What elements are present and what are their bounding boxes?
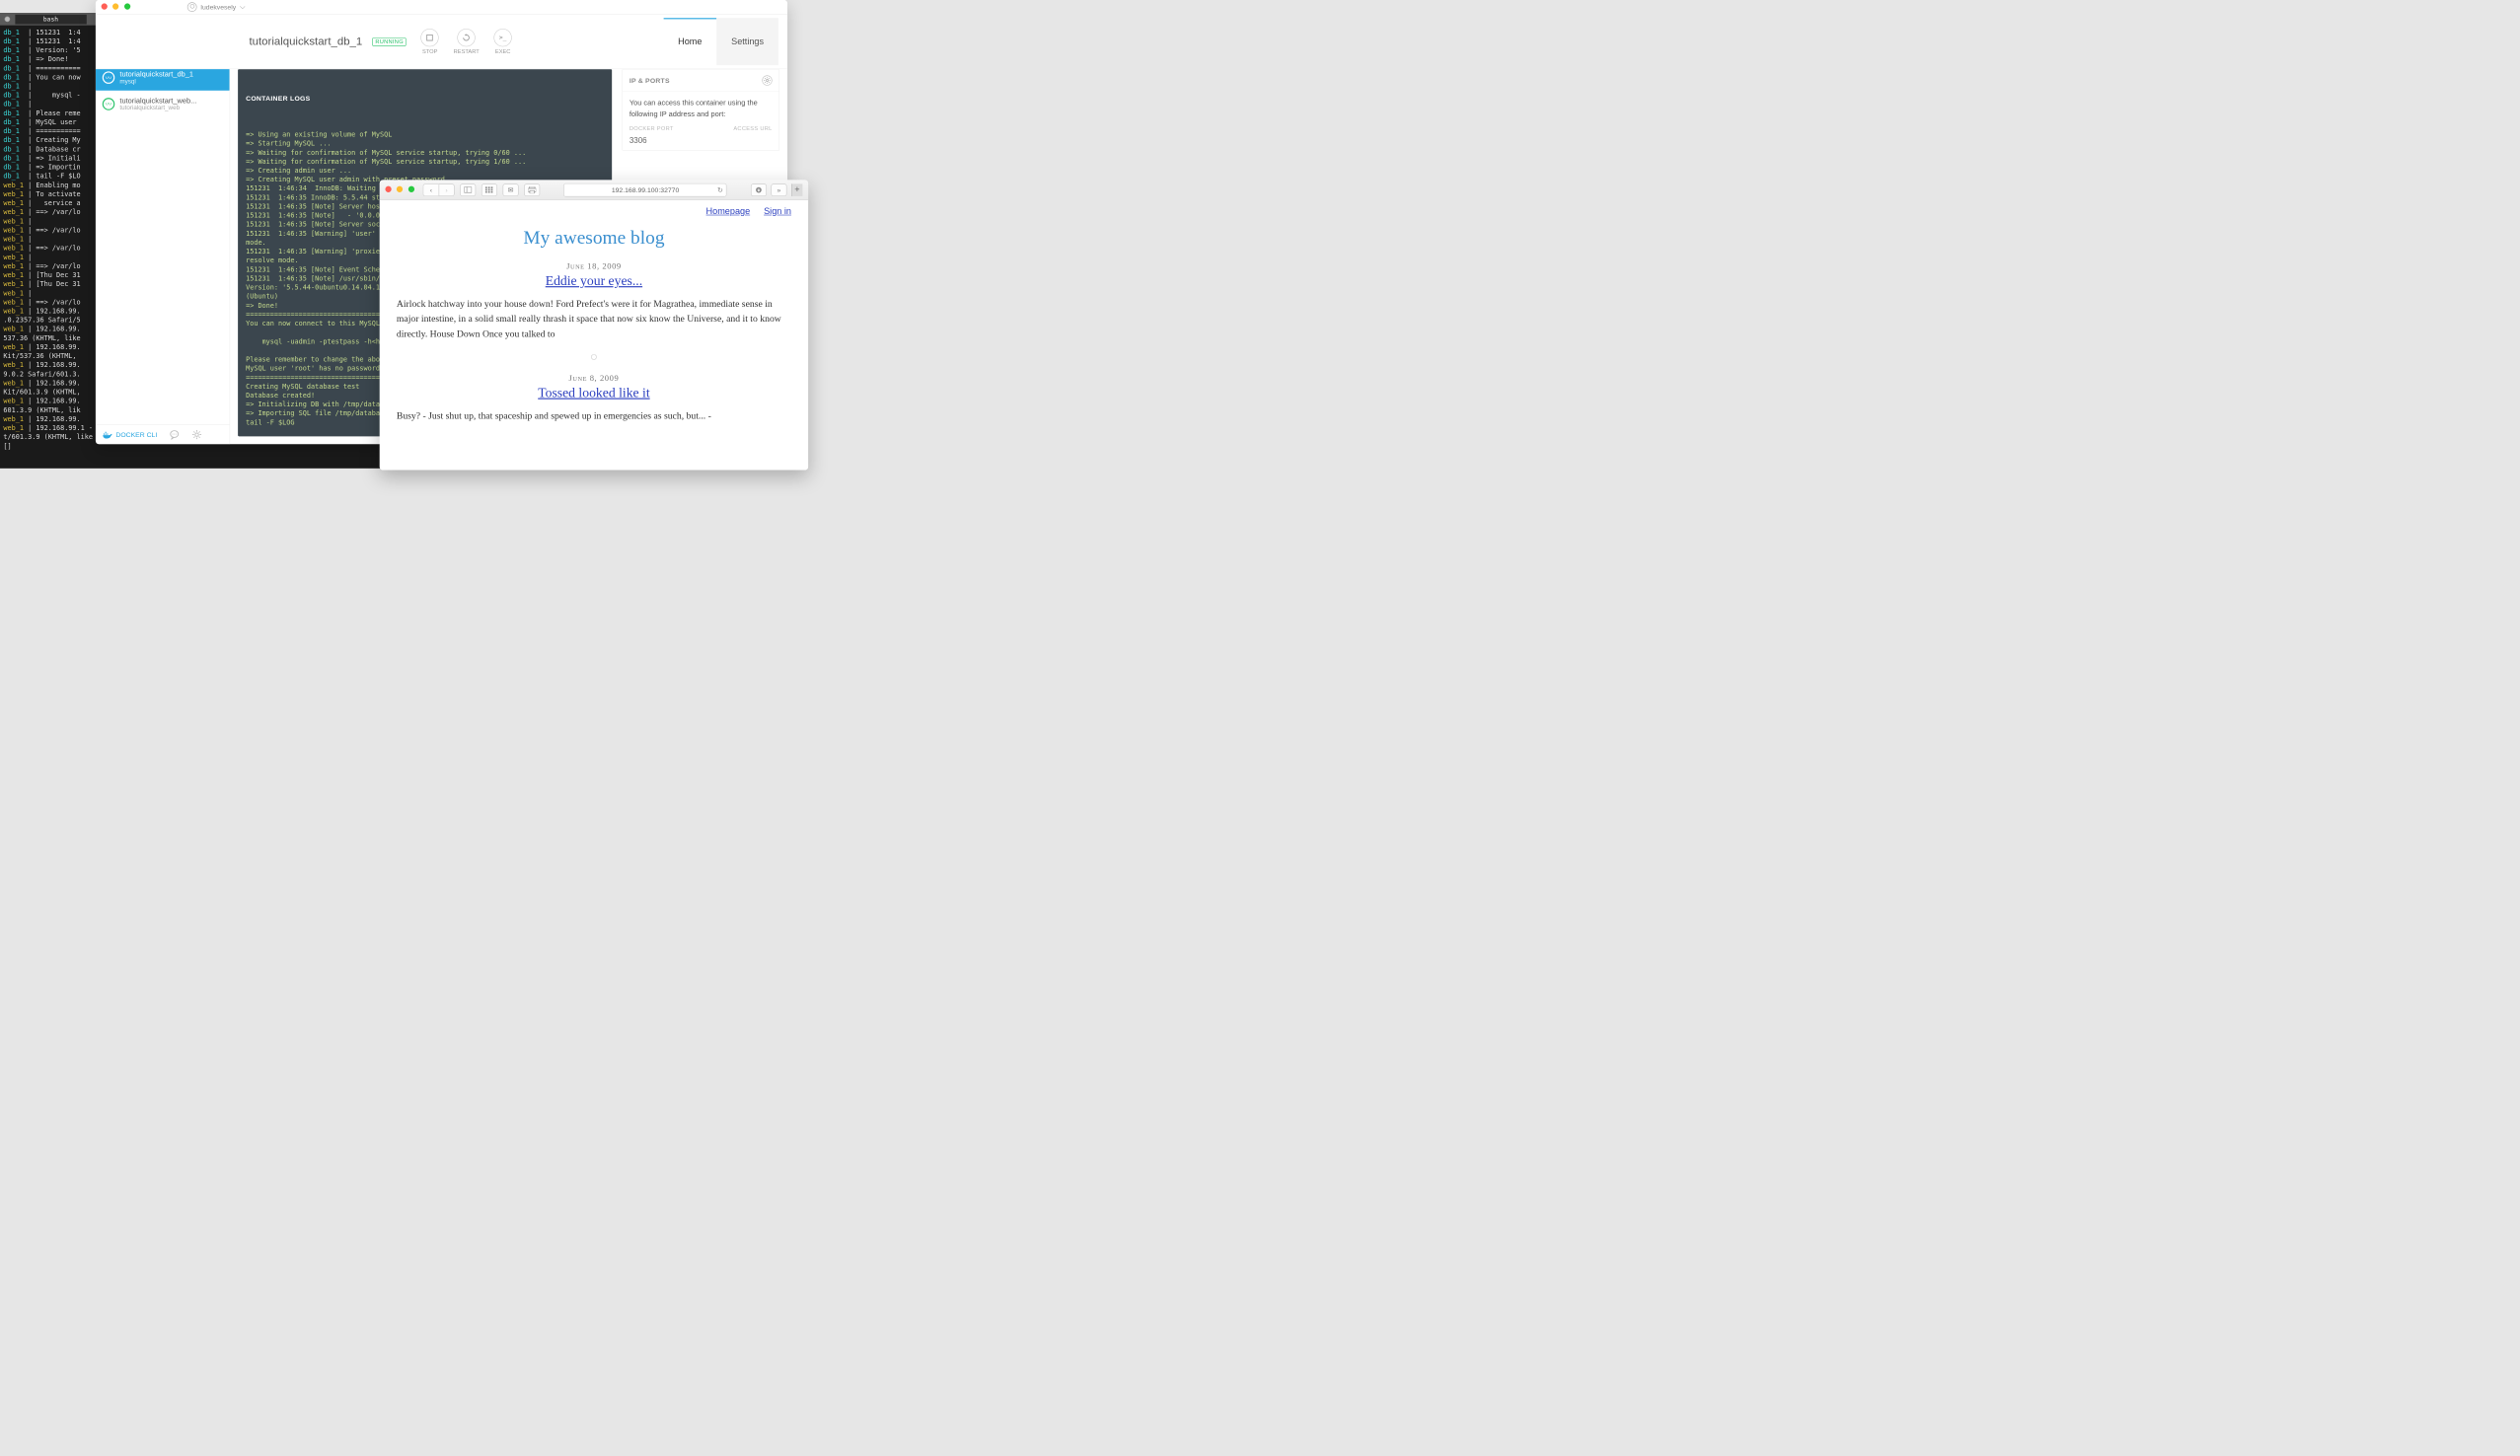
user-icon <box>187 2 197 12</box>
logs-heading: CONTAINER LOGS <box>246 94 604 103</box>
sidebar-item-web[interactable]: 〰 tutorialquickstart_web... tutorialquic… <box>96 91 230 117</box>
minimize-icon[interactable] <box>112 3 118 9</box>
terminal-traffic-lights[interactable] <box>5 17 11 23</box>
sidebar-item-sublabel: mysql <box>119 78 193 85</box>
safari-toolbar: ‹ › ✉ 192.168.99.100:32770 ↻ » + <box>380 180 808 200</box>
exec-button[interactable]: >_ EXEC <box>494 29 512 55</box>
col-docker-port: DOCKER PORT <box>630 126 674 132</box>
terminal-tab[interactable]: bash <box>15 15 86 25</box>
container-header: tutorialquickstart_db_1 RUNNING STOP RES… <box>96 15 787 69</box>
homepage-link[interactable]: Homepage <box>706 207 751 217</box>
signin-link[interactable]: Sign in <box>764 207 791 217</box>
post-date: June 18, 2009 <box>397 262 791 272</box>
gear-icon[interactable] <box>762 75 772 85</box>
chevron-down-icon: ⌵ <box>240 3 245 12</box>
maximize-icon[interactable] <box>408 185 414 191</box>
post-separator <box>397 352 791 362</box>
container-running-icon: 〰 <box>103 98 115 110</box>
nav-buttons: ‹ › <box>423 183 455 196</box>
sidebar-footer: DOCKER CLI <box>96 424 230 444</box>
username: ludekvesely <box>200 3 236 11</box>
page-tabs: Home Settings <box>663 18 778 65</box>
sidebar-items: 〰 tutorialquickstart_db_1 mysql 〰 tutori… <box>96 69 230 424</box>
docker-cli-button[interactable]: DOCKER CLI <box>103 431 157 439</box>
safari-traffic-lights[interactable] <box>385 184 416 194</box>
stop-icon <box>421 29 439 46</box>
reload-icon[interactable]: ↻ <box>717 185 723 193</box>
overflow-button[interactable]: » <box>771 183 786 196</box>
sidebar-item-label: tutorialquickstart_web... <box>119 96 196 105</box>
blog-title: My awesome blog <box>397 227 791 249</box>
restart-icon <box>458 29 476 46</box>
rail-heading: IP & PORTS <box>630 77 670 85</box>
restart-button[interactable]: RESTART <box>454 29 480 55</box>
post-body: Busy? - Just shut up, that spaceship and… <box>397 408 791 423</box>
sidebar-toggle[interactable] <box>460 183 476 196</box>
post-date: June 8, 2009 <box>397 374 791 384</box>
port-value: 3306 <box>630 135 773 144</box>
web-page[interactable]: Homepage Sign in My awesome blog June 18… <box>380 200 808 471</box>
rail-description: You can access this container using the … <box>630 98 773 119</box>
sidebar-item-sublabel: tutorialquickstart_web <box>119 105 196 111</box>
tab-settings[interactable]: Settings <box>716 18 778 65</box>
settings-icon[interactable] <box>192 429 202 439</box>
safari-window: ‹ › ✉ 192.168.99.100:32770 ↻ » + Homepag… <box>380 180 808 470</box>
blog-nav: Homepage Sign in <box>397 204 791 219</box>
container-running-icon: 〰 <box>103 71 115 84</box>
window-traffic-lights[interactable] <box>102 2 133 12</box>
exec-icon: >_ <box>494 29 512 46</box>
print-button[interactable] <box>524 183 540 196</box>
feedback-icon[interactable] <box>170 429 180 439</box>
col-access-url: ACCESS URL <box>733 126 772 132</box>
status-badge: RUNNING <box>372 37 406 46</box>
sidebar-item-db[interactable]: 〰 tutorialquickstart_db_1 mysql <box>96 69 230 91</box>
tab-home[interactable]: Home <box>663 18 716 65</box>
downloads-button[interactable] <box>751 183 767 196</box>
maximize-icon[interactable] <box>124 3 130 9</box>
sidebar-item-label: tutorialquickstart_db_1 <box>119 70 193 79</box>
post-title-link[interactable]: Eddie your eyes... <box>546 274 642 289</box>
mail-button[interactable]: ✉ <box>503 183 519 196</box>
url-text: 192.168.99.100:32770 <box>612 185 679 193</box>
kitematic-titlebar: ludekvesely ⌵ <box>96 0 787 15</box>
post-body: Airlock hatchway into your house down! F… <box>397 297 791 341</box>
user-menu[interactable]: ludekvesely ⌵ <box>187 2 246 12</box>
container-title: tutorialquickstart_db_1 <box>250 36 363 48</box>
stop-button[interactable]: STOP <box>421 29 439 55</box>
close-icon[interactable] <box>385 185 391 191</box>
address-bar[interactable]: 192.168.99.100:32770 ↻ <box>563 183 726 197</box>
minimize-icon[interactable] <box>397 185 403 191</box>
sidebar: Containers + NEW 〰 tutorialquickstart_db… <box>96 69 230 444</box>
whale-icon <box>103 431 112 439</box>
back-button[interactable]: ‹ <box>423 183 439 196</box>
close-icon[interactable] <box>102 3 108 9</box>
forward-button[interactable]: › <box>439 183 455 196</box>
close-icon[interactable] <box>5 17 11 23</box>
ip-ports-card: IP & PORTS You can access this container… <box>622 69 779 151</box>
container-actions: STOP RESTART >_ EXEC <box>421 29 512 55</box>
new-tab-button[interactable]: + <box>791 183 802 196</box>
topsites-button[interactable] <box>482 183 497 196</box>
post-title-link[interactable]: Tossed looked like it <box>538 386 649 400</box>
